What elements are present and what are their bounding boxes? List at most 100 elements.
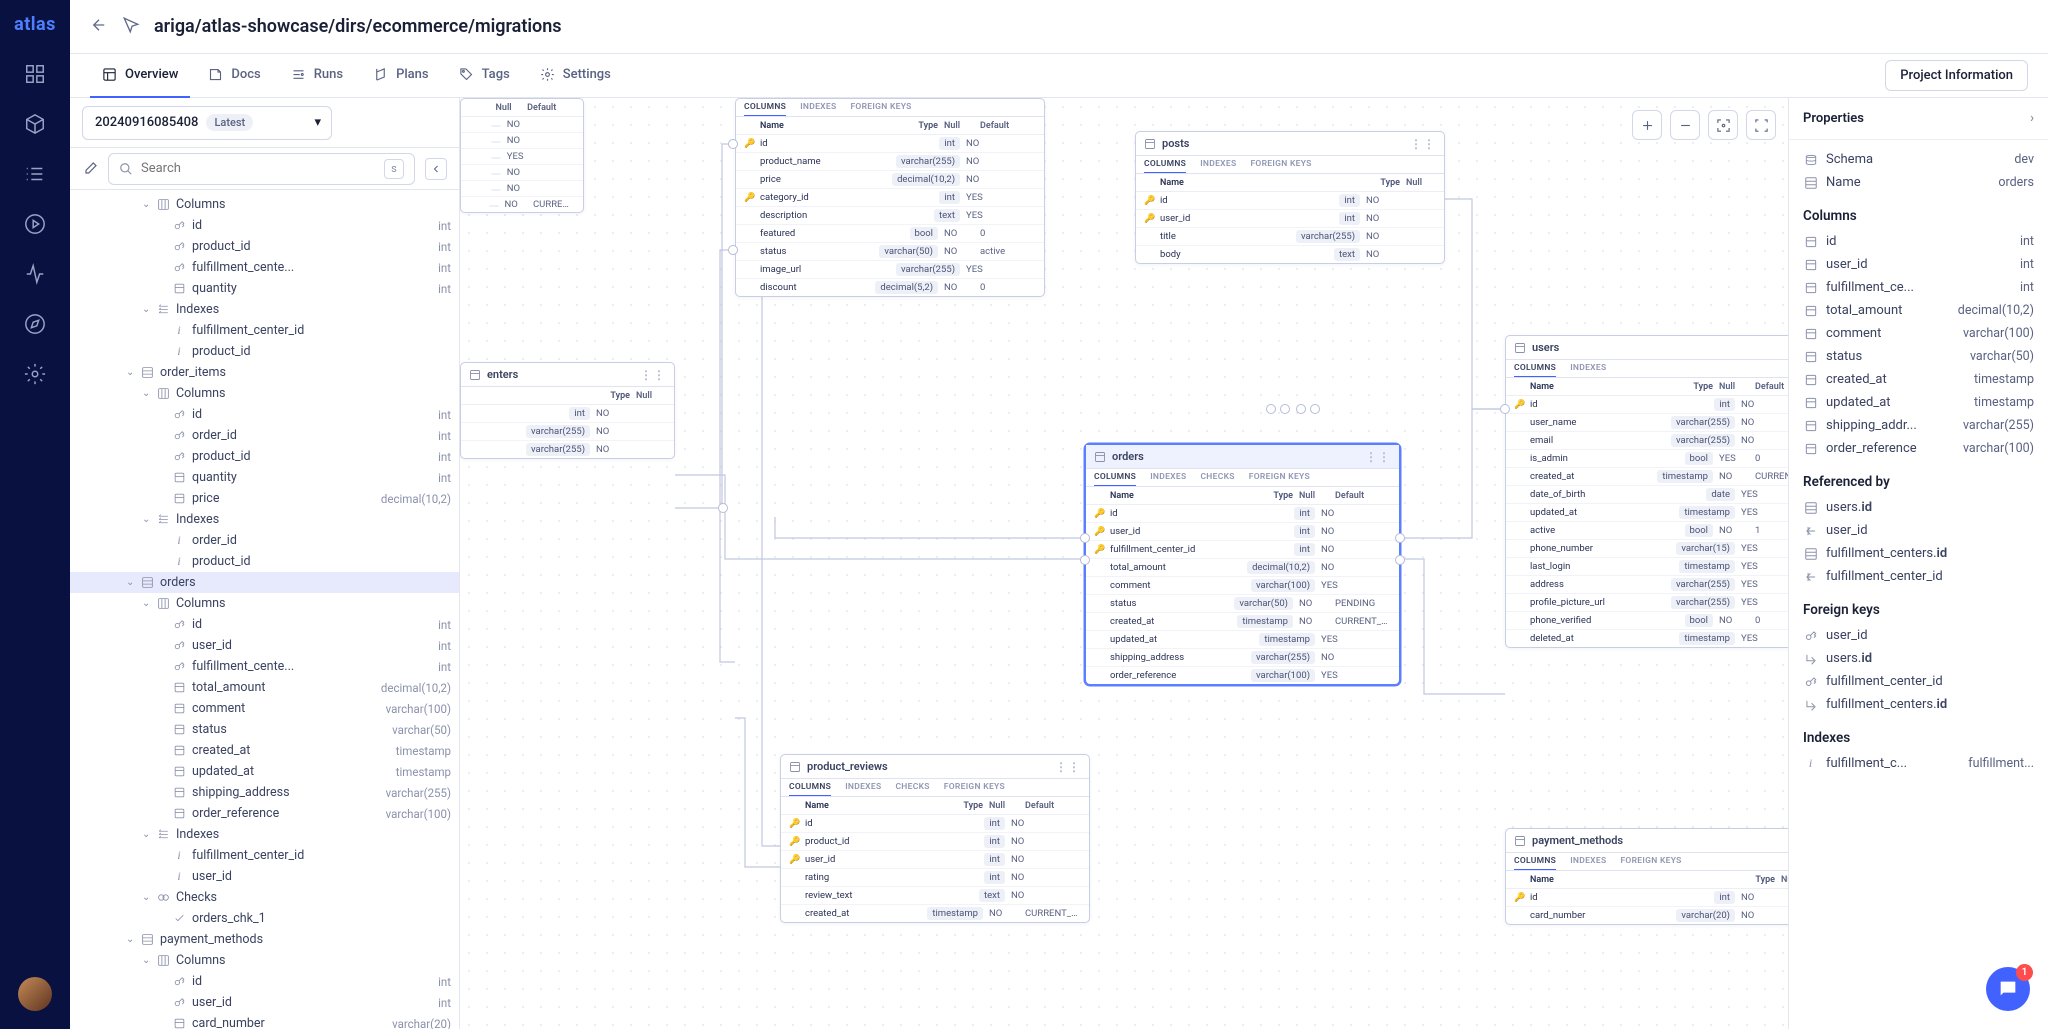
chevron-down-icon: ▾ <box>314 115 321 130</box>
logo[interactable]: atlas <box>14 14 56 35</box>
tree-node[interactable]: ⌄Columns <box>70 950 459 971</box>
prop-ref[interactable]: fulfillment_centers.id <box>1789 542 2048 565</box>
tree-node[interactable]: idint <box>70 215 459 236</box>
tree-node[interactable]: ⌄order_items <box>70 362 459 383</box>
erd-table-products[interactable]: COLUMNSINDEXESFOREIGN KEYSNameTypeNullDe… <box>735 98 1045 297</box>
prop-fk[interactable]: user_id <box>1789 624 2048 647</box>
tree-node[interactable]: iuser_id <box>70 866 459 887</box>
prop-idx[interactable]: ifulfillment_c...fulfillment... <box>1789 752 2048 775</box>
prop-column[interactable]: statusvarchar(50) <box>1789 345 2048 368</box>
zoom-in-button[interactable] <box>1632 110 1662 140</box>
project-info-button[interactable]: Project Information <box>1885 60 2028 91</box>
search-input[interactable]: s <box>108 153 415 185</box>
prop-fk[interactable]: fulfillment_center_id <box>1789 670 2048 693</box>
tree-node[interactable]: ⌄Columns <box>70 593 459 614</box>
tree-node[interactable]: ifulfillment_center_id <box>70 320 459 341</box>
gear-icon[interactable] <box>24 363 46 385</box>
tree-node[interactable]: commentvarchar(100) <box>70 698 459 719</box>
tab-runs[interactable]: Runs <box>279 54 355 98</box>
erd-canvas[interactable]: NullDefaultNONOYESNONONOCURRENT_T...ente… <box>460 98 1788 1029</box>
tabbar: Overview Docs Runs Plans Tags Settings P… <box>70 54 2048 98</box>
activity-icon[interactable] <box>24 263 46 285</box>
prop-column[interactable]: order_referencevarchar(100) <box>1789 437 2048 460</box>
prop-fk[interactable]: fulfillment_centers.id <box>1789 693 2048 716</box>
back-button[interactable] <box>90 16 108 38</box>
erd-table-fragment_a[interactable]: NullDefaultNONOYESNONONOCURRENT_T... <box>460 98 584 213</box>
erd-table-posts[interactable]: posts⋮⋮COLUMNSINDEXESFOREIGN KEYSNameTyp… <box>1135 131 1445 264</box>
prop-fk[interactable]: users.id <box>1789 647 2048 670</box>
tree-node[interactable]: ⌄Indexes <box>70 509 459 530</box>
tree-node[interactable]: statusvarchar(50) <box>70 719 459 740</box>
tree-node[interactable]: ⌄Indexes <box>70 824 459 845</box>
erd-table-payment_methods[interactable]: payment_methods⋮⋮COLUMNSINDEXESFOREIGN K… <box>1505 828 1788 925</box>
tree-node[interactable]: product_idint <box>70 236 459 257</box>
prop-column[interactable]: shipping_addr...varchar(255) <box>1789 414 2048 437</box>
dashboard-icon[interactable] <box>24 63 46 85</box>
prop-ref[interactable]: user_id <box>1789 519 2048 542</box>
tree-node[interactable]: created_attimestamp <box>70 740 459 761</box>
fit-view-button[interactable] <box>1708 110 1738 140</box>
edit-icon[interactable] <box>82 161 98 177</box>
tree-node[interactable]: ⌄Columns <box>70 383 459 404</box>
tab-docs[interactable]: Docs <box>196 54 272 98</box>
collapse-panel-button[interactable] <box>425 158 447 180</box>
prop-column[interactable]: created_attimestamp <box>1789 368 2048 391</box>
tree-node[interactable]: shipping_addressvarchar(255) <box>70 782 459 803</box>
tree-node[interactable]: ifulfillment_center_id <box>70 845 459 866</box>
tab-tags[interactable]: Tags <box>447 54 522 98</box>
zoom-out-button[interactable] <box>1670 110 1700 140</box>
tree-node[interactable]: fulfillment_cente...int <box>70 656 459 677</box>
tree-node[interactable]: pricedecimal(10,2) <box>70 488 459 509</box>
tree-node[interactable]: updated_attimestamp <box>70 761 459 782</box>
tree-node[interactable]: orders_chk_1 <box>70 908 459 929</box>
tab-overview[interactable]: Overview <box>90 54 190 98</box>
tree-node[interactable]: ⌄Indexes <box>70 299 459 320</box>
tree-node[interactable]: user_idint <box>70 635 459 656</box>
prop-column[interactable]: commentvarchar(100) <box>1789 322 2048 345</box>
tab-plans[interactable]: Plans <box>361 54 441 98</box>
tree-node[interactable]: iorder_id <box>70 530 459 551</box>
chevron-right-icon[interactable]: › <box>2030 111 2034 126</box>
prop-column[interactable]: fulfillment_ce...int <box>1789 276 2048 299</box>
erd-table-orders[interactable]: orders⋮⋮COLUMNSINDEXESCHECKSFOREIGN KEYS… <box>1085 444 1400 685</box>
tree-node[interactable]: idint <box>70 614 459 635</box>
tree-node[interactable]: ⌄orders <box>70 572 459 593</box>
tree-node[interactable]: product_idint <box>70 446 459 467</box>
tree-node[interactable]: ⌄Checks <box>70 887 459 908</box>
tab-settings[interactable]: Settings <box>528 54 623 98</box>
version-dropdown[interactable]: 20240916085408 Latest ▾ <box>82 106 332 140</box>
erd-table-users[interactable]: users⋮⋮COLUMNSINDEXESNameTypeNullDefault… <box>1505 335 1788 648</box>
tree-node[interactable]: fulfillment_cente...int <box>70 257 459 278</box>
prop-ref[interactable]: users.id <box>1789 496 2048 519</box>
tree-node[interactable]: quantityint <box>70 467 459 488</box>
prop-column[interactable]: updated_attimestamp <box>1789 391 2048 414</box>
tree-node[interactable]: card_numbervarchar(20) <box>70 1013 459 1029</box>
chat-fab[interactable]: 1 <box>1986 967 2030 1011</box>
erd-table-fulfillment_centers[interactable]: enters⋮⋮TypeNullintNOvarchar(255)NOvarch… <box>460 362 675 459</box>
tree-node[interactable]: quantityint <box>70 278 459 299</box>
tree-node[interactable]: order_referencevarchar(100) <box>70 803 459 824</box>
prop-column[interactable]: user_idint <box>1789 253 2048 276</box>
tree-node[interactable]: user_idint <box>70 992 459 1013</box>
breadcrumb[interactable]: ariga/atlas-showcase/dirs/ecommerce/migr… <box>154 16 562 37</box>
list-icon[interactable] <box>24 163 46 185</box>
play-icon[interactable] <box>24 213 46 235</box>
tree-node[interactable]: ⌄payment_methods <box>70 929 459 950</box>
tree-node[interactable]: idint <box>70 971 459 992</box>
prop-column[interactable]: idint <box>1789 230 2048 253</box>
side-panel: 20240916085408 Latest ▾ s ⌄Columnsidintp… <box>70 98 460 1029</box>
compass-icon[interactable] <box>24 313 46 335</box>
fullscreen-button[interactable] <box>1746 110 1776 140</box>
prop-ref[interactable]: fulfillment_center_id <box>1789 565 2048 588</box>
tree-node[interactable]: idint <box>70 404 459 425</box>
tree-node[interactable]: order_idint <box>70 425 459 446</box>
properties-title: Properties <box>1803 111 1864 126</box>
tree-node[interactable]: iproduct_id <box>70 551 459 572</box>
erd-table-product_reviews[interactable]: product_reviews⋮⋮COLUMNSINDEXESCHECKSFOR… <box>780 754 1090 923</box>
cube-icon[interactable] <box>24 113 46 135</box>
avatar[interactable] <box>18 977 52 1011</box>
tree-node[interactable]: total_amountdecimal(10,2) <box>70 677 459 698</box>
prop-column[interactable]: total_amountdecimal(10,2) <box>1789 299 2048 322</box>
tree-node[interactable]: ⌄Columns <box>70 194 459 215</box>
tree-node[interactable]: iproduct_id <box>70 341 459 362</box>
